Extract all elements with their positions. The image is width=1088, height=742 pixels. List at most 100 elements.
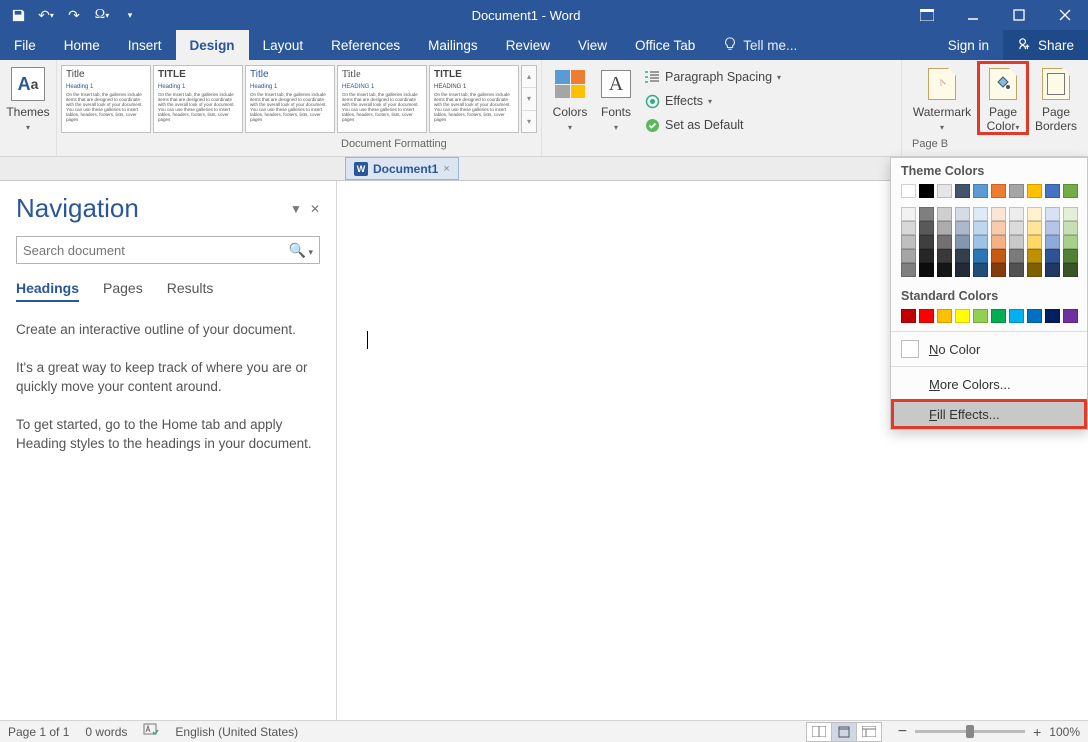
ribbon-display-options-icon[interactable] [904, 0, 950, 30]
watermark-button[interactable]: A Watermark▾ [906, 62, 978, 134]
color-swatch[interactable] [919, 235, 934, 249]
color-swatch[interactable] [991, 221, 1006, 235]
color-swatch[interactable] [973, 249, 988, 263]
tab-review[interactable]: Review [492, 30, 564, 60]
more-colors-item[interactable]: More Colors... [891, 369, 1087, 399]
status-page[interactable]: Page 1 of 1 [8, 725, 69, 739]
color-swatch[interactable] [955, 309, 970, 323]
color-swatch[interactable] [973, 221, 988, 235]
color-swatch[interactable] [901, 235, 916, 249]
color-swatch[interactable] [901, 309, 916, 323]
color-swatch[interactable] [937, 235, 952, 249]
color-swatch[interactable] [991, 263, 1006, 277]
color-swatch[interactable] [919, 184, 934, 198]
paragraph-spacing-button[interactable]: Paragraph Spacing▾ [644, 66, 781, 88]
color-swatch[interactable] [1009, 249, 1024, 263]
color-swatch[interactable] [1009, 235, 1024, 249]
gallery-scroll-2[interactable]: ▾ [522, 111, 536, 132]
gallery-scroll-0[interactable]: ▴ [522, 66, 536, 88]
style-set-3[interactable]: Title HEADING 1 On the Insert tab, the g… [337, 65, 427, 133]
gallery-scroll-1[interactable]: ▾ [522, 88, 536, 110]
set-as-default-button[interactable]: Set as Default [644, 114, 781, 136]
color-swatch[interactable] [1063, 221, 1078, 235]
nav-dropdown-icon[interactable]: ▼ [290, 202, 302, 216]
color-swatch[interactable] [1009, 184, 1024, 198]
nav-close-icon[interactable]: ✕ [310, 202, 320, 216]
style-set-1[interactable]: TITLE Heading 1 On the Insert tab, the g… [153, 65, 243, 133]
color-swatch[interactable] [1009, 309, 1024, 323]
page-borders-button[interactable]: Page Borders [1028, 62, 1084, 134]
color-swatch[interactable] [1027, 207, 1042, 221]
color-swatch[interactable] [1009, 207, 1024, 221]
color-swatch[interactable] [1027, 263, 1042, 277]
color-swatch[interactable] [937, 249, 952, 263]
tab-home[interactable]: Home [50, 30, 114, 60]
minimize-icon[interactable] [950, 0, 996, 30]
search-icon[interactable]: 🔍 [289, 242, 313, 259]
style-set-2[interactable]: Title Heading 1 On the Insert tab, the g… [245, 65, 335, 133]
tab-insert[interactable]: Insert [114, 30, 176, 60]
color-swatch[interactable] [901, 207, 916, 221]
color-swatch[interactable] [1045, 221, 1060, 235]
color-swatch[interactable] [973, 207, 988, 221]
color-swatch[interactable] [1045, 184, 1060, 198]
color-swatch[interactable] [937, 263, 952, 277]
color-swatch[interactable] [991, 207, 1006, 221]
colors-button[interactable]: Colors▾ [546, 62, 594, 134]
color-swatch[interactable] [973, 309, 988, 323]
tab-view[interactable]: View [564, 30, 621, 60]
color-swatch[interactable] [1063, 235, 1078, 249]
web-layout-button[interactable] [856, 722, 882, 742]
color-swatch[interactable] [1063, 249, 1078, 263]
style-set-4[interactable]: TITLE HEADING 1 On the Insert tab, the g… [429, 65, 519, 133]
color-swatch[interactable] [919, 249, 934, 263]
read-mode-button[interactable] [806, 722, 832, 742]
document-tab[interactable]: W Document1 × [345, 157, 459, 180]
undo-icon[interactable]: ↶▾ [38, 7, 54, 23]
status-language[interactable]: English (United States) [175, 725, 298, 739]
color-swatch[interactable] [1045, 263, 1060, 277]
color-swatch[interactable] [1063, 263, 1078, 277]
print-layout-button[interactable] [831, 722, 857, 742]
effects-button[interactable]: Effects▾ [644, 90, 781, 112]
color-swatch[interactable] [937, 207, 952, 221]
zoom-level[interactable]: 100% [1049, 725, 1080, 739]
color-swatch[interactable] [1063, 309, 1078, 323]
fill-effects-item[interactable]: Fill Effects... [891, 399, 1087, 429]
color-swatch[interactable] [955, 235, 970, 249]
style-set-0[interactable]: Title Heading 1 On the Insert tab, the g… [61, 65, 151, 133]
color-swatch[interactable] [991, 235, 1006, 249]
themes-button[interactable]: Aa Themes▾ [4, 62, 52, 134]
spellcheck-icon[interactable] [143, 723, 159, 740]
color-swatch[interactable] [1045, 207, 1060, 221]
color-swatch[interactable] [901, 249, 916, 263]
tab-office-tab[interactable]: Office Tab [621, 30, 709, 60]
sign-in-link[interactable]: Sign in [934, 30, 1003, 60]
nav-tab-headings[interactable]: Headings [16, 280, 79, 302]
close-doc-tab-icon[interactable]: × [443, 163, 449, 175]
zoom-in-button[interactable]: + [1033, 724, 1041, 740]
color-swatch[interactable] [937, 221, 952, 235]
color-swatch[interactable] [991, 249, 1006, 263]
status-words[interactable]: 0 words [85, 725, 127, 739]
save-icon[interactable] [10, 7, 26, 23]
color-swatch[interactable] [973, 184, 988, 198]
tab-mailings[interactable]: Mailings [414, 30, 492, 60]
color-swatch[interactable] [991, 184, 1006, 198]
color-swatch[interactable] [1045, 249, 1060, 263]
zoom-slider[interactable] [915, 730, 1025, 733]
omega-icon[interactable]: Ω▾ [94, 7, 110, 23]
color-swatch[interactable] [919, 207, 934, 221]
color-swatch[interactable] [955, 221, 970, 235]
color-swatch[interactable] [1027, 235, 1042, 249]
color-swatch[interactable] [955, 184, 970, 198]
color-swatch[interactable] [973, 235, 988, 249]
color-swatch[interactable] [1045, 235, 1060, 249]
nav-tab-results[interactable]: Results [167, 280, 214, 302]
maximize-icon[interactable] [996, 0, 1042, 30]
color-swatch[interactable] [1009, 221, 1024, 235]
color-swatch[interactable] [1063, 184, 1078, 198]
share-button[interactable]: Share [1003, 30, 1088, 60]
color-swatch[interactable] [1027, 249, 1042, 263]
tab-design[interactable]: Design [176, 30, 249, 60]
